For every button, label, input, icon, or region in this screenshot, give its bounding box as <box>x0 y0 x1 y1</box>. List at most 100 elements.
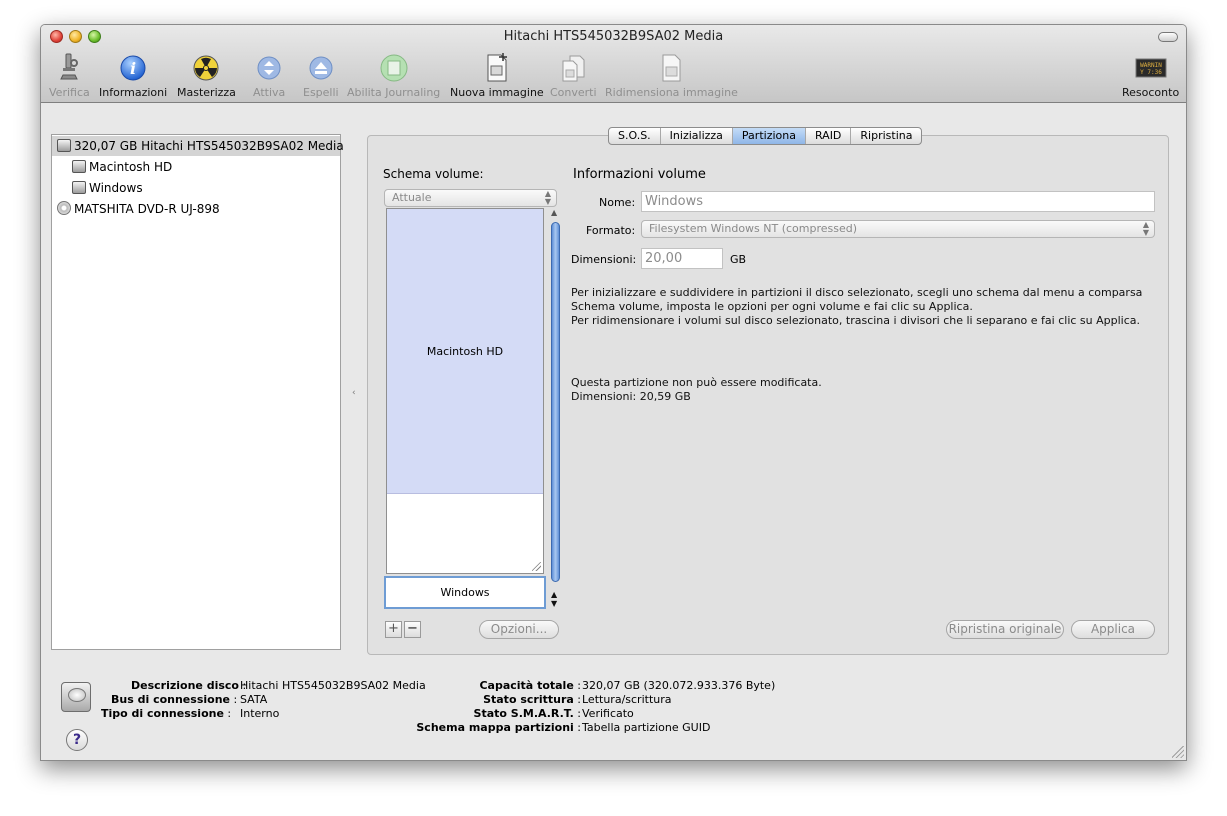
toolbar-convert-button[interactable]: Converti <box>550 51 597 99</box>
help-text-line: Schema volume, imposta le opzioni per og… <box>571 300 973 313</box>
svg-text:i: i <box>130 59 136 78</box>
scroll-up-arrow-icon[interactable]: ▲ <box>551 208 557 217</box>
toolbar-verify-button[interactable]: Verifica <box>49 51 90 99</box>
format-popup[interactable]: Filesystem Windows NT (compressed) ▲ ▼ <box>641 220 1155 238</box>
tab-partition[interactable]: Partiziona <box>732 128 806 144</box>
disk-list-item-label: Macintosh HD <box>89 160 173 174</box>
volume-icon <box>72 181 86 194</box>
svg-text:WARNIN: WARNIN <box>1140 62 1162 69</box>
updown-arrows-icon: ▲ ▼ <box>544 189 551 206</box>
volume-scheme-label: Schema volume: <box>383 167 484 181</box>
toolbar-resize-image-button[interactable]: Ridimensiona immagine <box>605 51 738 99</box>
format-label: Formato: <box>586 224 636 237</box>
disk-list-item-dvd[interactable]: MATSHITA DVD-R UJ-898 <box>52 199 340 219</box>
detail-value: Lettura/scrittura <box>582 693 672 706</box>
volume-info-title: Informazioni volume <box>573 167 706 182</box>
window-resize-grip[interactable] <box>1172 746 1184 758</box>
detail-value: Verificato <box>582 707 634 720</box>
partition-label: Macintosh HD <box>426 344 504 358</box>
size-label: Dimensioni: <box>571 253 637 266</box>
tab-restore[interactable]: Ripristina <box>851 128 921 144</box>
tab-raid[interactable]: RAID <box>806 128 852 144</box>
revert-button[interactable]: Ripristina originale <box>946 620 1064 639</box>
hard-disk-icon <box>61 682 91 712</box>
disk-list-item-windows[interactable]: Windows <box>52 178 340 198</box>
detail-value: SATA <box>240 693 268 706</box>
partition-windows[interactable]: Windows <box>384 576 546 609</box>
format-value: Filesystem Windows NT (compressed) <box>649 222 858 235</box>
detail-key: Descrizione disco : <box>131 679 247 692</box>
toolbar-new-image-button[interactable]: Nuova immagine <box>450 51 544 99</box>
partition-size-note: Dimensioni: 20,59 GB <box>571 390 691 403</box>
svg-text:Y 7:36: Y 7:36 <box>1140 69 1162 76</box>
detail-key: Stato scrittura : <box>483 693 581 706</box>
convert-icon <box>562 55 585 82</box>
volume-size-field[interactable]: 20,00 <box>641 248 723 269</box>
toolbar-eject-label: Espelli <box>303 86 339 99</box>
toolbar-log-button[interactable]: WARNIN Y 7:36 Resoconto <box>1122 51 1179 99</box>
disk-list-item-label: 320,07 GB Hitachi HTS545032B9SA02 Media <box>74 139 344 153</box>
apply-button[interactable]: Applica <box>1071 620 1155 639</box>
journaling-icon <box>380 54 408 82</box>
tab-bar: S.O.S. Inizializza Partiziona RAID Ripri… <box>608 127 923 145</box>
disk-details: Descrizione disco : Hitachi HTS545032B9S… <box>41 671 1186 760</box>
mount-icon <box>257 56 281 80</box>
volume-scheme-value: Attuale <box>392 191 432 204</box>
scrollbar-thumb[interactable] <box>551 222 560 582</box>
burn-icon <box>193 55 219 81</box>
volume-icon <box>72 160 86 173</box>
partition-scrollbar[interactable]: ▲ ▲ ▼ <box>550 208 561 608</box>
detail-value: Hitachi HTS545032B9SA02 Media <box>240 679 426 692</box>
window-title: Hitachi HTS545032B9SA02 Media <box>503 29 724 44</box>
optical-drive-icon <box>57 201 71 215</box>
toolbar-mount-button[interactable]: Attiva <box>253 51 285 99</box>
detail-value: 320,07 GB (320.072.933.376 Byte) <box>582 679 776 692</box>
toolbar-journaling-label: Abilita Journaling <box>347 86 441 99</box>
toolbar-mount-label: Attiva <box>253 86 286 99</box>
split-view-divider[interactable]: ‹ <box>352 388 356 398</box>
toolbar-burn-label: Masterizza <box>177 86 236 99</box>
partition-resize-handle[interactable] <box>532 562 541 571</box>
disk-list-item-macintosh-hd[interactable]: Macintosh HD <box>52 157 340 177</box>
size-unit-label: GB <box>730 253 747 266</box>
toolbar-convert-label: Converti <box>550 86 597 99</box>
microscope-icon <box>60 53 79 80</box>
scroll-down-arrow-icon[interactable]: ▲ ▼ <box>551 590 557 608</box>
disk-icon <box>57 139 71 152</box>
toolbar-info-button[interactable]: i Informazioni <box>99 51 167 99</box>
partition-macintosh-hd[interactable]: Macintosh HD <box>387 209 543 494</box>
help-text-line: Per ridimensionare i volumi sul disco se… <box>571 314 1141 327</box>
add-partition-button[interactable]: + <box>385 621 402 638</box>
volume-name-field[interactable]: Windows <box>641 191 1155 212</box>
detail-key: Stato S.M.A.R.T. : <box>473 707 581 720</box>
detail-key: Bus di connessione : <box>111 693 238 706</box>
toolbar-log-label: Resoconto <box>1122 86 1180 99</box>
help-button[interactable]: ? <box>66 729 88 751</box>
info-icon: i <box>120 55 146 81</box>
toolbar-burn-button[interactable]: Masterizza <box>177 51 236 99</box>
toolbar: Hitachi HTS545032B9SA02 Media Verifica i… <box>41 25 1186 103</box>
tab-first-aid[interactable]: S.O.S. <box>609 128 661 144</box>
volume-scheme-popup[interactable]: Attuale ▲ ▼ <box>384 189 557 207</box>
name-label: Nome: <box>599 196 636 209</box>
partition-note: Questa partizione non può essere modific… <box>571 376 822 389</box>
partition-label: Windows <box>440 586 490 599</box>
toolbar-new-image-label: Nuova immagine <box>450 86 544 99</box>
partition-layout: Macintosh HD <box>386 208 544 574</box>
remove-partition-button[interactable]: − <box>404 621 421 638</box>
options-button[interactable]: Opzioni... <box>479 620 559 639</box>
disk-list: 320,07 GB Hitachi HTS545032B9SA02 Media … <box>51 134 344 650</box>
log-icon: WARNIN Y 7:36 <box>1135 58 1167 78</box>
toolbar-eject-button[interactable]: Espelli <box>303 51 339 99</box>
detail-key: Schema mappa partizioni : <box>416 721 581 734</box>
disk-list-item-label: Windows <box>89 181 143 195</box>
toolbar-resize-image-label: Ridimensiona immagine <box>605 86 738 99</box>
detail-value: Interno <box>240 707 280 720</box>
disk-list-item-hitachi[interactable]: 320,07 GB Hitachi HTS545032B9SA02 Media <box>52 136 344 156</box>
new-image-icon <box>487 53 507 82</box>
toolbar-toggle-button[interactable] <box>1158 32 1178 42</box>
tab-erase[interactable]: Inizializza <box>661 128 733 144</box>
updown-arrows-icon: ▲ ▼ <box>1142 220 1149 237</box>
disk-utility-window: Hitachi HTS545032B9SA02 Media Verifica i… <box>40 24 1187 761</box>
toolbar-journaling-button[interactable]: Abilita Journaling <box>347 51 440 99</box>
